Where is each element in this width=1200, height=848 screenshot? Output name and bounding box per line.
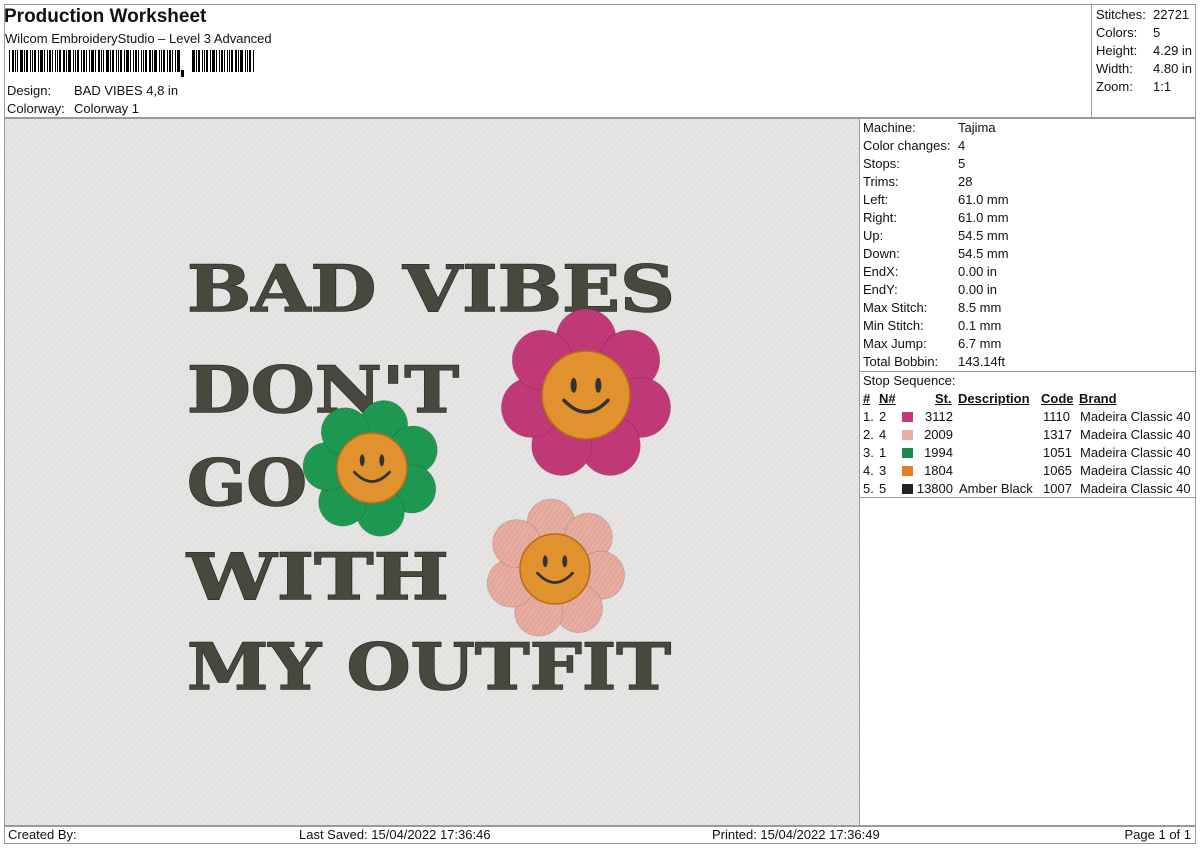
- design-text-line-3: GO: [187, 446, 307, 521]
- stop-row-num: 5.: [863, 481, 874, 496]
- color-swatch: [902, 430, 913, 440]
- stop-row-needle: 1: [879, 445, 887, 460]
- stop-row-brand: Madeira Classic 40: [1080, 445, 1191, 460]
- machine-row-value: Tajima: [958, 120, 996, 135]
- machine-row-value: 0.00 in: [958, 264, 998, 279]
- machine-row-label: Max Stitch:: [863, 300, 928, 315]
- design-text-line-4: WITH: [186, 540, 449, 615]
- machine-row-value: 61.0 mm: [958, 192, 1009, 207]
- stop-row-stitches: 1994: [924, 445, 953, 460]
- stop-row-stitches: 2009: [924, 427, 953, 442]
- stop-row-num: 1.: [863, 409, 874, 424]
- stop-row-code: 1051: [1043, 445, 1072, 460]
- stop-row-code: 1317: [1043, 427, 1072, 442]
- printed-date: Printed: 15/04/2022 17:36:49: [712, 827, 880, 842]
- machine-row-label: Left:: [863, 192, 889, 207]
- color-swatch: [902, 448, 913, 458]
- stop-row-needle: 4: [879, 427, 887, 442]
- divider: [860, 497, 1195, 498]
- stop-row-brand: Madeira Classic 40: [1080, 481, 1191, 496]
- stop-row-brand: Madeira Classic 40: [1080, 409, 1191, 424]
- stop-row-code: 1065: [1043, 463, 1072, 478]
- stop-row-needle: 2: [879, 409, 887, 424]
- design-value: BAD VIBES 4,8 in: [74, 83, 179, 98]
- machine-row-value: 54.5 mm: [958, 228, 1009, 243]
- machine-row-label: Machine:: [863, 120, 916, 135]
- machine-row-label: Stops:: [863, 156, 900, 171]
- stop-row-num: 3.: [863, 445, 874, 460]
- machine-row-label: EndY:: [863, 282, 898, 297]
- summary-stitches: Stitches: 22721: [1096, 7, 1190, 22]
- machine-row-value: 5: [958, 156, 966, 171]
- machine-row-label: Min Stitch:: [863, 318, 924, 333]
- col-header-stitches: St.: [935, 391, 952, 406]
- stop-row-description: Amber Black: [959, 481, 1033, 496]
- machine-row-value: 54.5 mm: [958, 246, 1009, 261]
- machine-row-value: 61.0 mm: [958, 210, 1009, 225]
- col-header-description: Description: [958, 391, 1030, 406]
- col-header-n: N#: [879, 391, 896, 406]
- divider: [860, 371, 1195, 372]
- page-number: Page 1 of 1: [1124, 827, 1192, 842]
- summary-zoom: Zoom: 1:1: [1096, 79, 1172, 94]
- color-swatch: [902, 412, 913, 422]
- embroidery-canvas: BAD VIBES DON'T GO WITH MY OUTFIT: [5, 119, 859, 825]
- machine-row-label: Max Jump:: [863, 336, 927, 351]
- stop-row-stitches: 1804: [924, 463, 953, 478]
- stop-row-code: 1007: [1043, 481, 1072, 496]
- col-header-brand: Brand: [1079, 391, 1117, 406]
- machine-row-label: Up:: [863, 228, 884, 243]
- created-by: Created By:: [8, 827, 77, 842]
- last-saved: Last Saved: 15/04/2022 17:36:46: [299, 827, 491, 842]
- machine-row-value: 28: [958, 174, 973, 189]
- machine-row-value: 6.7 mm: [958, 336, 1002, 351]
- machine-row-value: 4: [958, 138, 966, 153]
- colorway-value: Colorway 1: [74, 101, 140, 116]
- stop-row-num: 4.: [863, 463, 874, 478]
- stop-row-needle: 5: [879, 481, 887, 496]
- machine-row-value: 8.5 mm: [958, 300, 1002, 315]
- colorway-label: Colorway:: [7, 101, 65, 116]
- machine-info-panel: Machine: Tajima Color changes: 4 Stops: 5 Trim…: [859, 118, 1196, 826]
- machine-row-label: Color changes:: [863, 138, 951, 153]
- summary-panel: Stitches: 22721 Colors: 5 Height: 4.29 in W…: [1091, 4, 1196, 118]
- color-swatch: [902, 484, 913, 494]
- machine-row-label: Down:: [863, 246, 900, 261]
- stop-row-num: 2.: [863, 427, 874, 442]
- machine-row-label: Right:: [863, 210, 897, 225]
- machine-row-label: EndX:: [863, 264, 899, 279]
- stop-row-stitches: 13800: [916, 481, 953, 496]
- software-name: Wilcom EmbroideryStudio – Level 3 Advanc…: [5, 31, 272, 46]
- worksheet-footer: Created By: Last Saved: 15/04/2022 17:36…: [4, 826, 1196, 844]
- stop-row-brand: Madeira Classic 40: [1080, 427, 1191, 442]
- stop-row-stitches: 3112: [925, 409, 953, 424]
- stop-row-code: 1110: [1043, 409, 1070, 424]
- summary-colors: Colors: 5: [1096, 25, 1161, 40]
- stop-sequence-title: Stop Sequence:: [863, 373, 956, 388]
- barcode: [9, 50, 254, 77]
- col-header-code: Code: [1041, 391, 1074, 406]
- machine-row-value: 0.00 in: [958, 282, 998, 297]
- machine-row-value: 0.1 mm: [958, 318, 1002, 333]
- machine-row-label: Trims:: [863, 174, 899, 189]
- summary-width: Width: 4.80 in: [1096, 61, 1193, 76]
- summary-height: Height: 4.29 in: [1096, 43, 1193, 58]
- machine-row-label: Total Bobbin:: [863, 354, 939, 369]
- design-label: Design:: [7, 83, 52, 98]
- machine-row-value: 143.14ft: [958, 354, 1005, 369]
- page-title: Production Worksheet: [4, 6, 207, 27]
- design-preview[interactable]: BAD VIBES DON'T GO WITH MY OUTFIT: [4, 118, 860, 826]
- col-header-num: #: [863, 391, 871, 406]
- design-text-line-5: MY OUTFIT: [187, 630, 671, 705]
- design-text-line-2: DON'T: [187, 353, 459, 428]
- stop-row-needle: 3: [879, 463, 887, 478]
- stop-row-brand: Madeira Classic 40: [1080, 463, 1191, 478]
- color-swatch: [902, 466, 913, 476]
